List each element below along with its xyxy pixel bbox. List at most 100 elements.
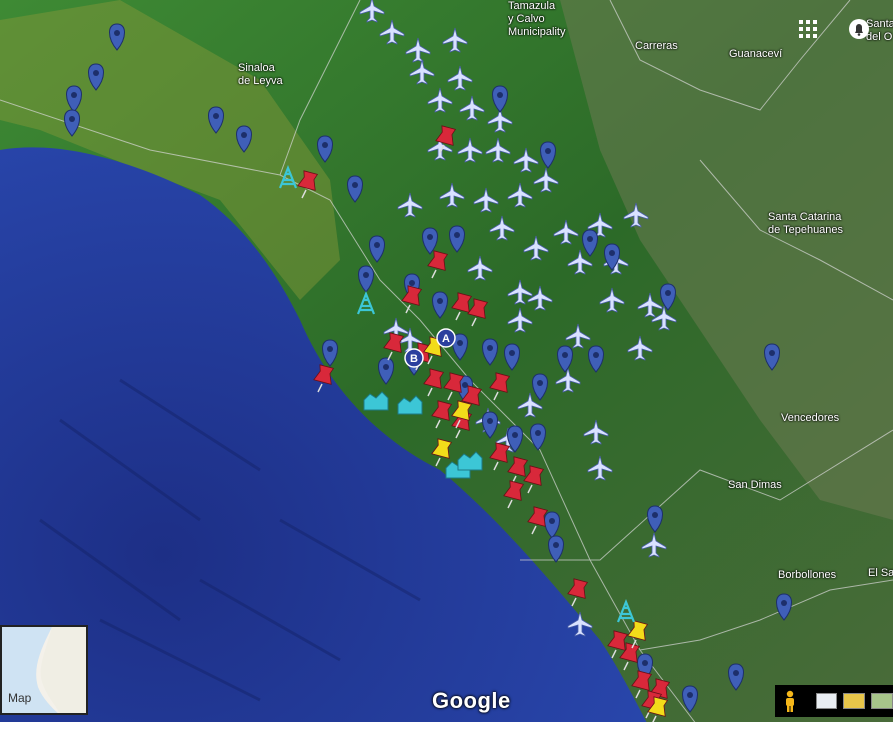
blue-pin-icon[interactable] [530, 423, 546, 451]
airplane-icon[interactable] [523, 235, 549, 261]
blue-pin-icon[interactable] [540, 141, 556, 169]
blue-pin-icon[interactable] [482, 411, 498, 439]
red-pushpin-icon[interactable] [427, 250, 450, 279]
red-pushpin-icon[interactable] [423, 368, 446, 397]
airplane-icon[interactable] [623, 202, 649, 228]
blue-pin-icon[interactable] [532, 373, 548, 401]
airplane-icon[interactable] [409, 59, 435, 85]
blue-pin-icon[interactable] [776, 593, 792, 621]
red-pushpin-icon[interactable] [523, 465, 546, 494]
blue-pin-icon[interactable] [728, 663, 744, 691]
airplane-icon[interactable] [555, 367, 581, 393]
blue-pin-icon[interactable] [492, 85, 508, 113]
airplane-icon[interactable] [565, 323, 591, 349]
apps-button[interactable] [795, 16, 821, 42]
red-pushpin-icon[interactable] [383, 332, 406, 361]
tower-icon[interactable] [616, 599, 636, 623]
airplane-icon[interactable] [489, 215, 515, 241]
airplane-icon[interactable] [527, 285, 553, 311]
blue-pin-icon[interactable] [88, 63, 104, 91]
airplane-icon[interactable] [485, 137, 511, 163]
blue-pin-icon[interactable] [208, 106, 224, 134]
layer-thumb-map[interactable] [871, 693, 893, 709]
red-pushpin-icon[interactable] [567, 578, 590, 607]
airplane-icon[interactable] [379, 19, 405, 45]
layer-thumb-terrain[interactable] [815, 693, 838, 709]
blue-pin-icon[interactable] [582, 229, 598, 257]
airplane-icon[interactable] [507, 182, 533, 208]
blue-pin-icon[interactable] [378, 357, 394, 385]
red-pushpin-icon[interactable] [313, 364, 336, 393]
blue-pin-icon[interactable] [764, 343, 780, 371]
red-pushpin-icon[interactable] [431, 400, 454, 429]
airplane-icon[interactable] [427, 87, 453, 113]
airplane-icon[interactable] [553, 219, 579, 245]
minimap[interactable]: Map [0, 625, 88, 715]
airplane-icon[interactable] [583, 419, 609, 445]
blue-pin-icon[interactable] [236, 125, 252, 153]
blue-pin-icon[interactable] [358, 265, 374, 293]
blue-pin-icon[interactable] [322, 339, 338, 367]
red-pushpin-icon[interactable] [467, 298, 490, 327]
airplane-icon[interactable] [457, 137, 483, 163]
airplane-icon[interactable] [447, 65, 473, 91]
tower-icon[interactable] [356, 291, 376, 315]
airplane-icon[interactable] [507, 307, 533, 333]
notifications-button[interactable] [846, 16, 872, 42]
pegman-icon[interactable] [783, 690, 796, 712]
airplane-icon[interactable] [651, 305, 677, 331]
blue-pin-icon[interactable] [109, 23, 125, 51]
airplane-icon[interactable] [442, 27, 468, 53]
blue-pin-icon[interactable] [369, 235, 385, 263]
blue-pin-icon[interactable] [504, 343, 520, 371]
airplane-icon[interactable] [459, 95, 485, 121]
yellow-pushpin-icon[interactable] [431, 438, 454, 467]
map-view[interactable]: Sinaloa de Leyva Tamazula y Calvo Municip… [0, 0, 893, 729]
airplane-icon[interactable] [405, 37, 431, 63]
layer-thumb-satellite[interactable] [843, 693, 866, 709]
tower-icon[interactable] [278, 165, 298, 189]
blue-pin-icon[interactable] [317, 135, 333, 163]
blue-pin-icon[interactable] [64, 109, 80, 137]
airplane-icon[interactable] [599, 287, 625, 313]
blue-pin-icon[interactable] [557, 345, 573, 373]
airplane-icon[interactable] [467, 255, 493, 281]
airplane-icon[interactable] [533, 167, 559, 193]
airplane-icon[interactable] [587, 455, 613, 481]
blue-pin-icon[interactable] [682, 685, 698, 713]
minimap-label: Map [8, 691, 32, 705]
airplane-icon[interactable] [641, 532, 667, 558]
airplane-icon[interactable] [397, 192, 423, 218]
airplane-icon[interactable] [359, 0, 385, 23]
blue-pin-icon[interactable] [647, 505, 663, 533]
blue-pin-icon[interactable] [482, 338, 498, 366]
red-pushpin-icon[interactable] [489, 442, 512, 471]
blue-pin-icon[interactable] [544, 511, 560, 539]
waypoint-marker[interactable]: B [404, 348, 424, 368]
red-pushpin-icon[interactable] [297, 170, 320, 199]
scale-strip [0, 722, 893, 729]
red-pushpin-icon[interactable] [451, 292, 474, 321]
blue-pin-icon[interactable] [548, 535, 564, 563]
blue-pin-icon[interactable] [588, 345, 604, 373]
airplane-icon[interactable] [637, 292, 663, 318]
airplane-icon[interactable] [627, 335, 653, 361]
airplane-icon[interactable] [473, 187, 499, 213]
blue-pin-icon[interactable] [66, 85, 82, 113]
blue-pin-icon[interactable] [449, 225, 465, 253]
red-pushpin-icon[interactable] [401, 285, 424, 314]
cluster-icon[interactable] [457, 451, 483, 471]
blue-pin-icon[interactable] [660, 283, 676, 311]
blue-pin-icon[interactable] [422, 227, 438, 255]
airplane-icon[interactable] [439, 182, 465, 208]
blue-pin-icon[interactable] [432, 291, 448, 319]
bell-icon [849, 19, 869, 39]
airplane-icon[interactable] [567, 611, 593, 637]
cluster-icon[interactable] [363, 391, 389, 411]
red-pushpin-icon[interactable] [489, 372, 512, 401]
blue-pin-icon[interactable] [347, 175, 363, 203]
airplane-icon[interactable] [513, 147, 539, 173]
red-pushpin-icon[interactable] [503, 480, 526, 509]
cluster-icon[interactable] [397, 395, 423, 415]
waypoint-marker[interactable]: A [436, 328, 456, 348]
